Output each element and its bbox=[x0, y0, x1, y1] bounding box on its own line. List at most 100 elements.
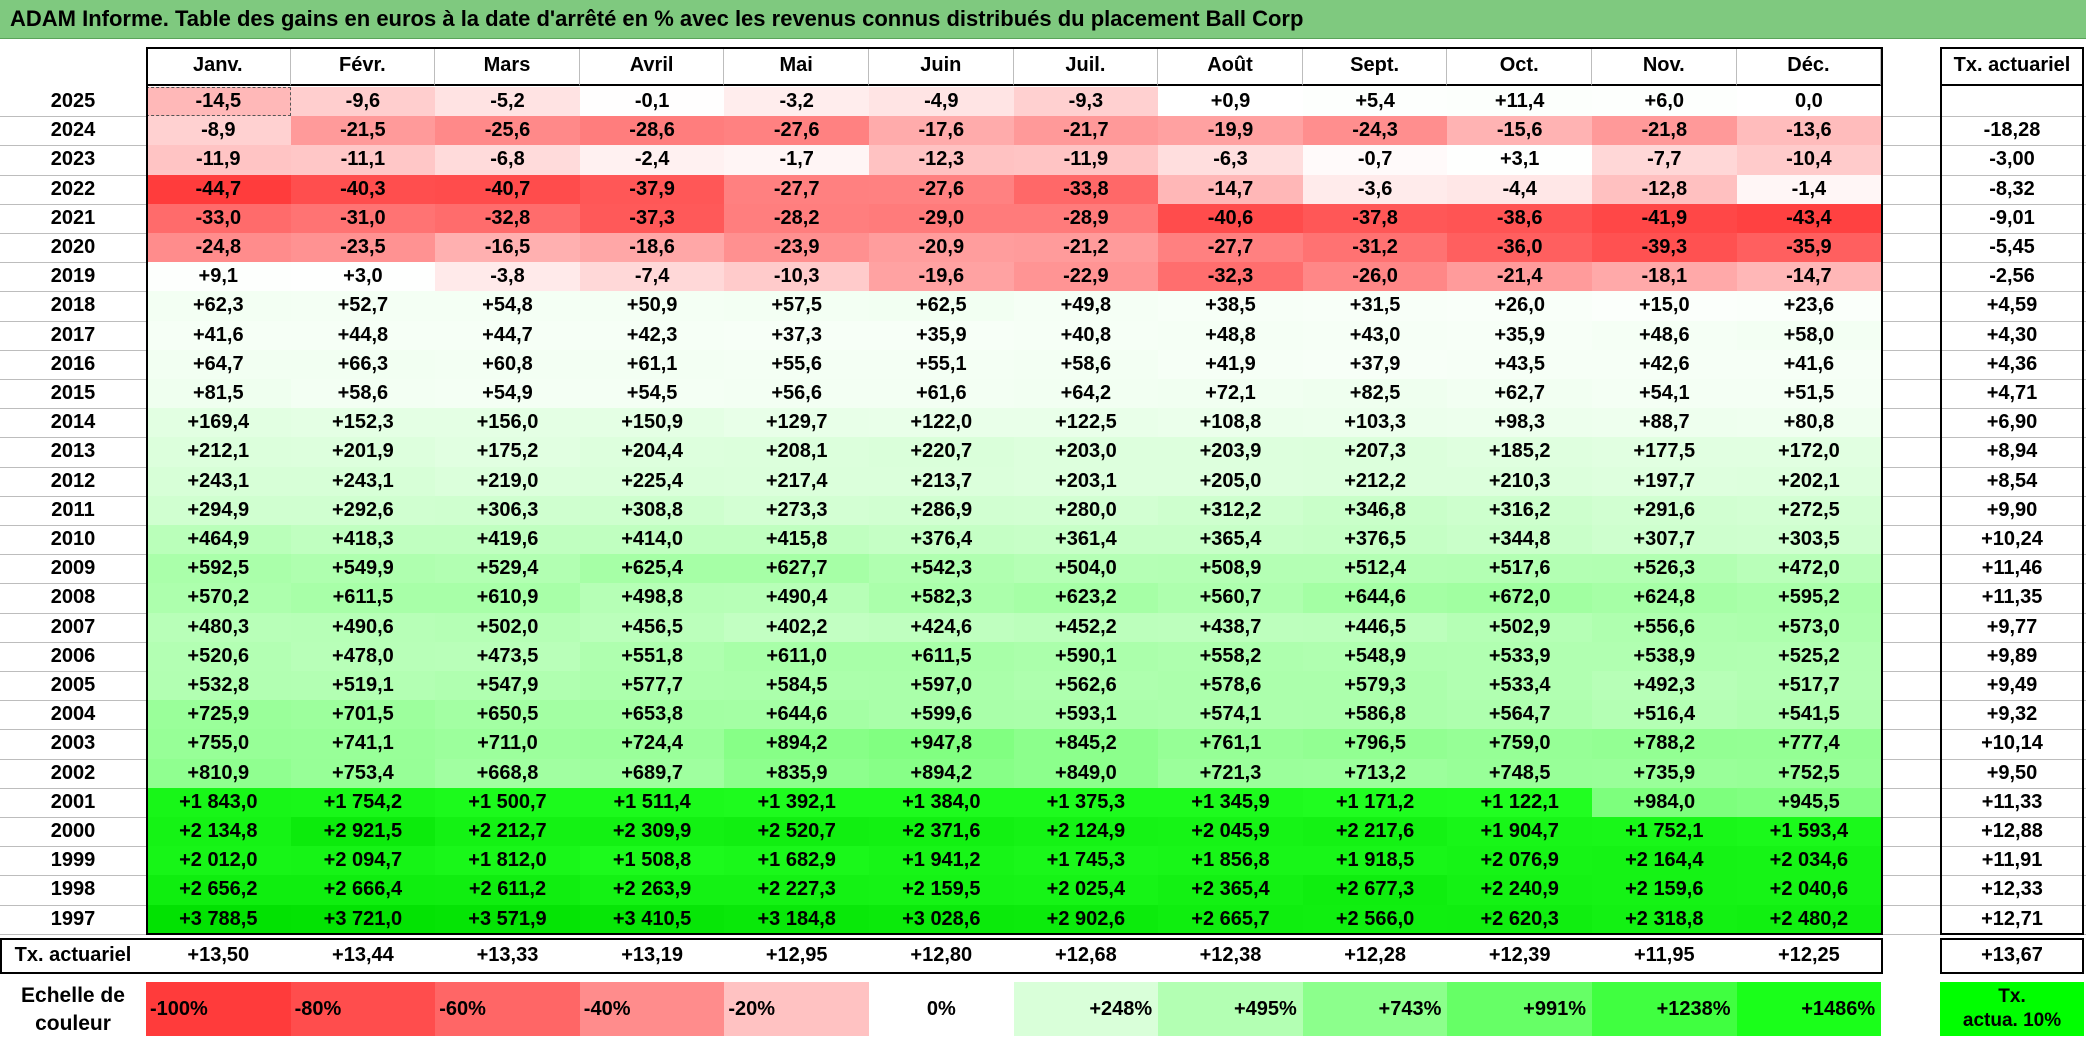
table-cell: -27,6 bbox=[869, 174, 1014, 204]
table-cell: +1 941,2 bbox=[869, 846, 1014, 876]
table-cell: +668,8 bbox=[435, 758, 580, 788]
table-cell: +2 566,0 bbox=[1302, 904, 1448, 934]
table-cell: +0,9 bbox=[1158, 87, 1303, 117]
table-cell: +3 571,9 bbox=[435, 904, 580, 934]
table-cell: +2 665,7 bbox=[1158, 904, 1303, 934]
month-header: Juin bbox=[869, 47, 1014, 86]
table-cell: +835,9 bbox=[724, 758, 869, 788]
table-cell: +37,9 bbox=[1302, 349, 1448, 379]
table-cell: +480,3 bbox=[146, 612, 291, 642]
table-cell: +62,5 bbox=[869, 291, 1014, 321]
table-cell: +9,1 bbox=[146, 262, 291, 292]
table-cell: +502,9 bbox=[1447, 612, 1592, 642]
table-cell: -40,3 bbox=[290, 174, 436, 204]
table-cell: -28,6 bbox=[579, 116, 725, 146]
table-cell: +2 240,9 bbox=[1447, 875, 1592, 905]
table-cell: +701,5 bbox=[290, 700, 436, 730]
table-cell: +650,5 bbox=[435, 700, 580, 730]
year-label: 2017 bbox=[50, 323, 96, 346]
table-cell: +2 371,6 bbox=[869, 817, 1014, 847]
year-label: 2018 bbox=[50, 294, 96, 317]
table-cell: +203,9 bbox=[1158, 437, 1303, 467]
table-cell: -26,0 bbox=[1302, 262, 1448, 292]
scale-step: 0% bbox=[869, 982, 1014, 1036]
table-cell: +346,8 bbox=[1302, 495, 1448, 525]
table-cell: +64,7 bbox=[146, 349, 291, 379]
table-cell: +711,0 bbox=[435, 729, 580, 759]
table-cell: +1 122,1 bbox=[1447, 787, 1592, 817]
table-cell: +644,6 bbox=[1302, 583, 1448, 613]
table-cell: +533,9 bbox=[1447, 641, 1592, 671]
year-label: 2023 bbox=[50, 148, 96, 171]
table-cell: -3,2 bbox=[724, 87, 869, 117]
table-cell: +1 593,4 bbox=[1736, 817, 1882, 847]
table-cell: +169,4 bbox=[146, 408, 291, 438]
rate-cell: -2,56 bbox=[1989, 265, 2035, 288]
table-cell: +627,7 bbox=[724, 554, 869, 584]
scale-step: -80% bbox=[290, 982, 436, 1036]
table-cell: +219,0 bbox=[435, 466, 580, 496]
table-cell: +504,0 bbox=[1013, 554, 1159, 584]
summary-label: Tx. actuariel bbox=[14, 944, 132, 967]
table-cell: -24,8 bbox=[146, 233, 291, 263]
rate-cell: +4,71 bbox=[1986, 382, 2038, 405]
table-cell: -43,4 bbox=[1736, 203, 1882, 233]
table-cell: -11,9 bbox=[1013, 145, 1159, 175]
year-label: 2021 bbox=[50, 206, 96, 229]
table-cell: +308,8 bbox=[579, 495, 725, 525]
year-label: 1999 bbox=[50, 849, 96, 872]
table-cell: +810,9 bbox=[146, 758, 291, 788]
table-cell: +312,2 bbox=[1158, 495, 1303, 525]
table-cell: +542,3 bbox=[869, 554, 1014, 584]
table-cell: +3 788,5 bbox=[146, 904, 291, 934]
table-cell: -21,7 bbox=[1013, 116, 1159, 146]
month-header: Sept. bbox=[1302, 47, 1448, 86]
table-cell: +280,0 bbox=[1013, 495, 1159, 525]
table-cell: +945,5 bbox=[1736, 787, 1882, 817]
table-cell: +1 745,3 bbox=[1013, 846, 1159, 876]
table-cell: +44,7 bbox=[435, 320, 580, 350]
table-cell: +3 410,5 bbox=[579, 904, 725, 934]
table-cell: -9,3 bbox=[1013, 87, 1159, 117]
table-cell: +2 134,8 bbox=[146, 817, 291, 847]
table-cell: +611,5 bbox=[290, 583, 436, 613]
table-cell: -27,6 bbox=[724, 116, 869, 146]
table-cell: +57,5 bbox=[724, 291, 869, 321]
scale-step: -20% bbox=[724, 982, 869, 1036]
table-cell: -36,0 bbox=[1447, 233, 1592, 263]
table-cell: +185,2 bbox=[1447, 437, 1592, 467]
table-cell: 0,0 bbox=[1736, 87, 1882, 117]
scale-step: -100% bbox=[146, 982, 291, 1036]
rate-cell: -5,45 bbox=[1989, 236, 2035, 259]
table-cell: +2 094,7 bbox=[290, 846, 436, 876]
month-header: Mars bbox=[435, 47, 580, 86]
table-cell: +2 034,6 bbox=[1736, 846, 1882, 876]
table-cell: +307,7 bbox=[1592, 525, 1737, 555]
table-cell: +516,4 bbox=[1592, 700, 1737, 730]
table-cell: +551,8 bbox=[579, 641, 725, 671]
rate-cell bbox=[1940, 87, 2084, 116]
table-cell: +735,9 bbox=[1592, 758, 1737, 788]
table-cell: +577,7 bbox=[579, 671, 725, 701]
month-header: Févr. bbox=[290, 47, 436, 86]
year-label: 2001 bbox=[50, 790, 96, 813]
rate-cell: +9,89 bbox=[1986, 644, 2038, 667]
table-cell: +644,6 bbox=[724, 700, 869, 730]
table-cell: +80,8 bbox=[1736, 408, 1882, 438]
table-cell: +2 045,9 bbox=[1158, 817, 1303, 847]
table-cell: +2 076,9 bbox=[1447, 846, 1592, 876]
table-cell: -3,8 bbox=[435, 262, 580, 292]
table-cell: +759,0 bbox=[1447, 729, 1592, 759]
table-cell: +60,8 bbox=[435, 349, 580, 379]
table-cell: +98,3 bbox=[1447, 408, 1592, 438]
table-cell: +55,1 bbox=[869, 349, 1014, 379]
year-label: 2003 bbox=[50, 732, 96, 755]
table-cell: +49,8 bbox=[1013, 291, 1159, 321]
table-cell: +103,3 bbox=[1302, 408, 1448, 438]
table-cell: +623,2 bbox=[1013, 583, 1159, 613]
rate-cell: +11,33 bbox=[1981, 790, 2043, 813]
year-label: 2002 bbox=[50, 761, 96, 784]
summary-cell: +12,38 bbox=[1199, 944, 1262, 967]
month-header: Mai bbox=[724, 47, 869, 86]
table-cell: +689,7 bbox=[579, 758, 725, 788]
